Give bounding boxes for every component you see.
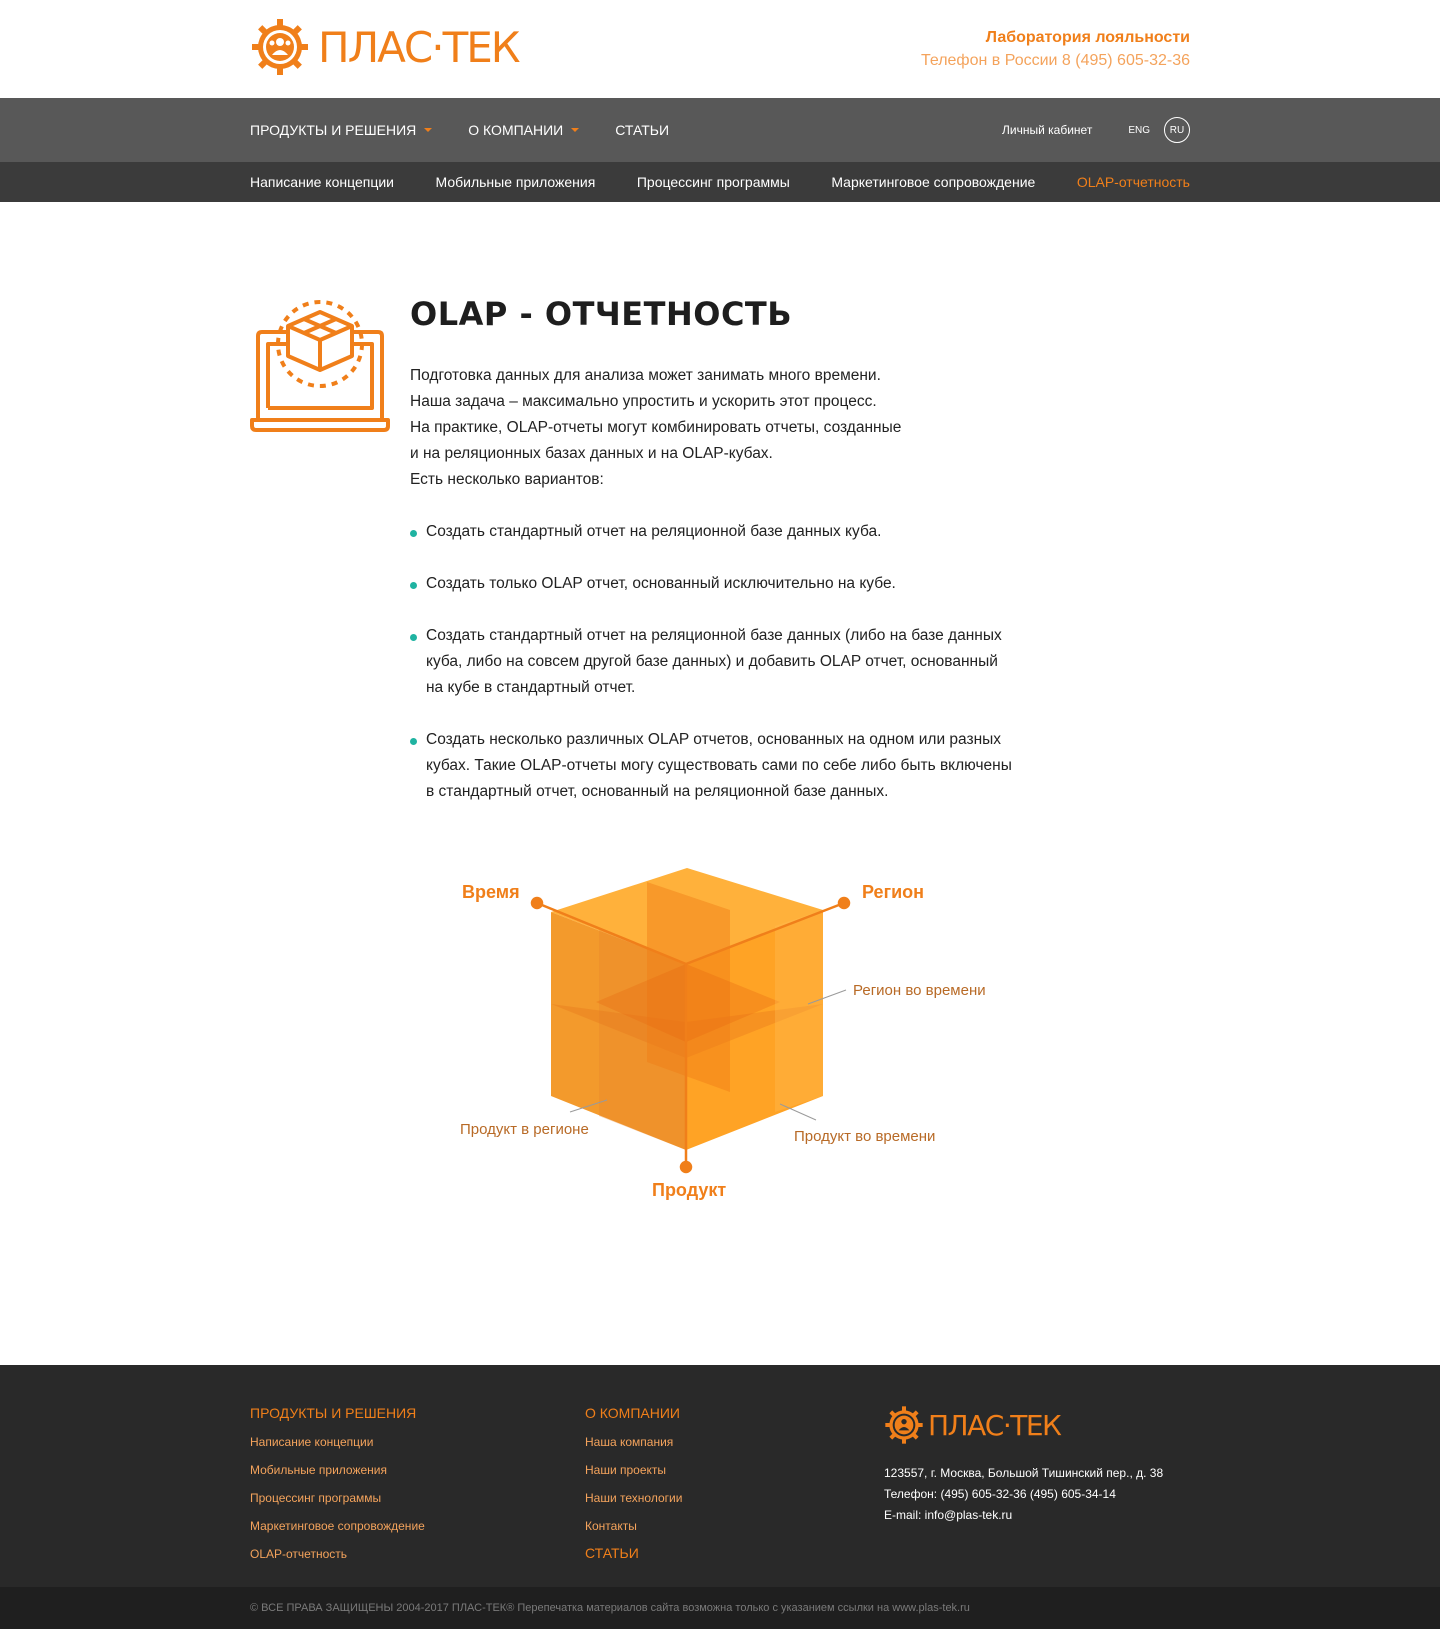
copyright-bar: © ВСЕ ПРАВА ЗАЩИЩЕНЫ 2004-2017 ПЛАС-ТЕК®… — [0, 1587, 1440, 1629]
footer-address: 123557, г. Москва, Большой Тишинский пер… — [884, 1466, 1164, 1480]
list-item: Создать только OLAP отчет, основанный ис… — [410, 571, 1050, 597]
lang-ru-button[interactable]: RU — [1164, 117, 1190, 143]
footer-link[interactable]: Наша компания — [585, 1435, 682, 1449]
caret-down-icon — [571, 128, 580, 132]
footer-link[interactable]: Наши технологии — [585, 1491, 682, 1505]
lang-eng-button[interactable]: ENG — [1128, 125, 1150, 136]
label-region-time: Регион во времени — [853, 982, 986, 999]
nav-item-label: СТАТЬИ — [615, 122, 670, 138]
main-content: OLAP - ОТЧЕТНОСТЬ Подготовка данных для … — [0, 202, 1440, 1365]
intro-line: Подготовка данных для анализа может зани… — [410, 367, 881, 384]
list-item: Создать несколько различных OLAP отчетов… — [410, 727, 1050, 805]
axis-time-dot — [530, 896, 544, 910]
subnav-item-olap[interactable]: OLAP-отчетность — [1077, 174, 1190, 190]
footer-col-company: О КОМПАНИИ Наша компания Наши проекты На… — [585, 1405, 682, 1561]
nav-item-articles[interactable]: СТАТЬИ — [615, 122, 669, 138]
footer-articles-link[interactable]: СТАТЬИ — [585, 1545, 682, 1561]
axis-region-dot — [837, 896, 851, 910]
list-item-line: Создать только OLAP отчет, основанный ис… — [426, 575, 896, 592]
nav-item-products[interactable]: ПРОДУКТЫ И РЕШЕНИЯ — [250, 122, 433, 138]
gear-logo-icon — [252, 19, 308, 75]
intro-text: Подготовка данных для анализа может зани… — [410, 363, 1050, 493]
list-item-line: куба, либо на совсем другой базе данных)… — [426, 653, 998, 670]
personal-cabinet-link[interactable]: Личный кабинет — [1002, 123, 1092, 137]
options-list: Создать стандартный отчет на реляционной… — [410, 519, 1050, 805]
footer-link[interactable]: Маркетинговое сопровождение — [250, 1519, 425, 1533]
footer-link[interactable]: Мобильные приложения — [250, 1463, 425, 1477]
footer-col-title[interactable]: ПРОДУКТЫ И РЕШЕНИЯ — [250, 1405, 425, 1421]
footer-phones: Телефон: (495) 605-32-36 (495) 605-34-14 — [884, 1487, 1116, 1501]
footer-address-block: 123557, г. Москва, Большой Тишинский пер… — [884, 1463, 1163, 1526]
footer-link[interactable]: Написание концепции — [250, 1435, 425, 1449]
nav-item-label: О КОМПАНИИ — [468, 122, 564, 138]
list-item-line: Создать несколько различных OLAP отчетов… — [426, 731, 1002, 748]
cube-inner-slice — [775, 910, 823, 1112]
olap-cube-diagram: Время Регион Продукт Регион во времени П… — [460, 868, 986, 1200]
intro-line: Есть несколько вариантов: — [410, 471, 604, 488]
axis-label-region: Регион — [862, 882, 924, 902]
leader-line — [779, 1103, 817, 1121]
intro-line: и на реляционных базах данных и на OLAP-… — [410, 445, 773, 462]
footer-email[interactable]: E-mail: info@plas-tek.ru — [884, 1505, 1163, 1526]
intro-line: Наша задача – максимально упростить и ус… — [410, 393, 877, 410]
list-item-line: на кубе в стандартный отчет. — [426, 679, 636, 696]
footer-logo[interactable]: ПЛАС·ТЕК — [884, 1405, 1163, 1445]
list-item-line: кубах. Такие OLAP-отчеты могу существова… — [426, 757, 1012, 774]
footer-logo-text: ПЛАС·ТЕК — [928, 1408, 1062, 1442]
footer-contacts: ПЛАС·ТЕК 123557, г. Москва, Большой Тиши… — [884, 1405, 1163, 1526]
copyright-text: © ВСЕ ПРАВА ЗАЩИЩЕНЫ 2004-2017 ПЛАС-ТЕК®… — [250, 1602, 970, 1614]
axis-label-time: Время — [462, 882, 520, 902]
laptop-cube-icon — [250, 300, 390, 432]
site-footer: ПРОДУКТЫ И РЕШЕНИЯ Написание концепции М… — [0, 1365, 1440, 1587]
article: OLAP - ОТЧЕТНОСТЬ Подготовка данных для … — [410, 295, 1050, 831]
logo[interactable]: ПЛАС·ТЕК — [250, 17, 521, 77]
axis-product-dot — [679, 1160, 693, 1174]
subnav-item-concept[interactable]: Написание концепции — [250, 174, 394, 190]
footer-col-title[interactable]: О КОМПАНИИ — [585, 1405, 682, 1421]
footer-link[interactable]: Наши проекты — [585, 1463, 682, 1477]
subnav-item-mobile[interactable]: Мобильные приложения — [436, 174, 596, 190]
nav-item-label: ПРОДУКТЫ И РЕШЕНИЯ — [250, 122, 417, 138]
gear-logo-icon — [885, 1406, 923, 1444]
list-item-line: Создать стандартный отчет на реляционной… — [426, 523, 882, 540]
label-product-region: Продукт в регионе — [460, 1121, 589, 1138]
sub-nav: Написание концепции Мобильные приложения… — [0, 162, 1440, 202]
nav-item-company[interactable]: О КОМПАНИИ — [468, 122, 580, 138]
logo-text: ПЛАС·ТЕК — [318, 22, 521, 72]
header-phone[interactable]: Телефон в России 8 (495) 605-32-36 — [921, 52, 1190, 70]
lab-title: Лаборатория лояльности — [985, 29, 1190, 46]
footer-link[interactable]: OLAP-отчетность — [250, 1547, 425, 1561]
subnav-item-marketing[interactable]: Маркетинговое сопровождение — [831, 174, 1035, 190]
list-item-line: в стандартный отчет, основанный на реляц… — [426, 783, 889, 800]
subnav-item-processing[interactable]: Процессинг программы — [637, 174, 790, 190]
list-item: Создать стандартный отчет на реляционной… — [410, 519, 1050, 545]
list-item: Создать стандартный отчет на реляционной… — [410, 623, 1050, 701]
intro-line: На практике, OLAP-отчеты могут комбиниро… — [410, 419, 902, 436]
footer-link[interactable]: Процессинг программы — [250, 1491, 425, 1505]
header-contact: Лаборатория лояльности Телефон в России … — [921, 29, 1190, 70]
caret-down-icon — [424, 128, 433, 132]
nav-right: Личный кабинет ENG RU — [1002, 117, 1190, 143]
label-product-time: Продукт во времени — [794, 1128, 935, 1145]
footer-link[interactable]: Контакты — [585, 1519, 682, 1533]
footer-col-products: ПРОДУКТЫ И РЕШЕНИЯ Написание концепции М… — [250, 1405, 425, 1575]
site-header: ПЛАС·ТЕК Лаборатория лояльности Телефон … — [0, 0, 1440, 98]
page-title: OLAP - ОТЧЕТНОСТЬ — [410, 295, 793, 333]
list-item-line: Создать стандартный отчет на реляционной… — [426, 627, 1002, 644]
main-nav: ПРОДУКТЫ И РЕШЕНИЯ О КОМПАНИИ СТАТЬИ Лич… — [0, 98, 1440, 162]
axis-label-product: Продукт — [652, 1180, 726, 1200]
